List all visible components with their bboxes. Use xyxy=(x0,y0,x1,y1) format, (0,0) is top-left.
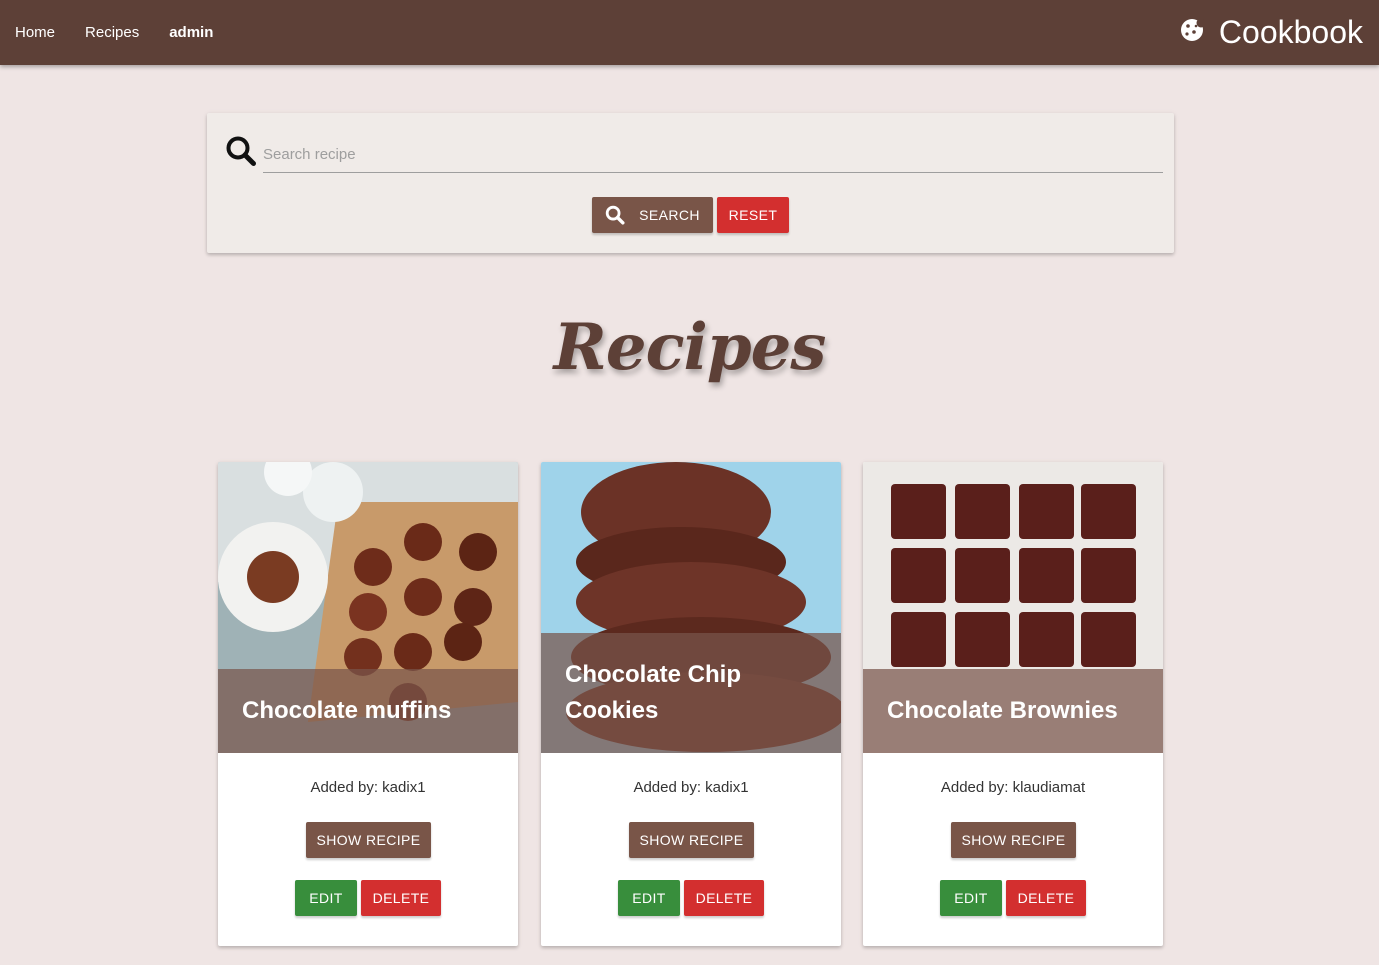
nav-links: Home Recipes admin xyxy=(0,0,228,65)
page-title: Recipes xyxy=(553,310,827,385)
search-panel: SEARCH RESET xyxy=(207,113,1174,253)
recipe-card: Chocolate Brownies Added by: klaudiamat … xyxy=(863,462,1163,946)
search-button-label: SEARCH xyxy=(639,207,700,223)
delete-button[interactable]: DELETE xyxy=(361,880,441,916)
show-recipe-button[interactable]: SHOW RECIPE xyxy=(306,822,431,858)
delete-button[interactable]: DELETE xyxy=(684,880,764,916)
edit-button[interactable]: EDIT xyxy=(940,880,1002,916)
edit-button[interactable]: EDIT xyxy=(295,880,357,916)
search-button[interactable]: SEARCH xyxy=(592,197,713,233)
brand-logo[interactable]: Cookbook xyxy=(1179,0,1363,65)
recipe-title: Chocolate muffins xyxy=(218,669,518,753)
nav-link-recipes[interactable]: Recipes xyxy=(70,0,154,65)
recipe-title: Chocolate Chip Cookies xyxy=(541,633,841,753)
search-button-icon xyxy=(605,205,625,225)
nav-link-home[interactable]: Home xyxy=(0,0,70,65)
top-navbar: Home Recipes admin Cookbook xyxy=(0,0,1379,65)
recipe-image-cookies: Chocolate Chip Cookies xyxy=(541,462,841,753)
nav-link-admin[interactable]: admin xyxy=(154,0,228,65)
search-icon xyxy=(225,135,257,167)
recipe-image-brownies: Chocolate Brownies xyxy=(863,462,1163,753)
recipe-title: Chocolate Brownies xyxy=(863,669,1163,753)
recipe-image-muffins: Chocolate muffins xyxy=(218,462,518,753)
brand-name: Cookbook xyxy=(1218,14,1363,50)
recipe-author: Added by: klaudiamat xyxy=(940,779,1086,796)
cookie-icon xyxy=(1179,17,1206,48)
recipe-author: Added by: kadix1 xyxy=(633,779,749,796)
delete-button[interactable]: DELETE xyxy=(1006,880,1086,916)
recipe-author: Added by: kadix1 xyxy=(310,779,426,796)
show-recipe-button[interactable]: SHOW RECIPE xyxy=(951,822,1076,858)
reset-button[interactable]: RESET xyxy=(717,197,789,233)
show-recipe-button[interactable]: SHOW RECIPE xyxy=(629,822,754,858)
search-input[interactable] xyxy=(263,137,1163,173)
edit-button[interactable]: EDIT xyxy=(618,880,680,916)
recipe-card: Chocolate Chip Cookies Added by: kadix1 … xyxy=(541,462,841,946)
recipe-card: Chocolate muffins Added by: kadix1 SHOW … xyxy=(218,462,518,946)
